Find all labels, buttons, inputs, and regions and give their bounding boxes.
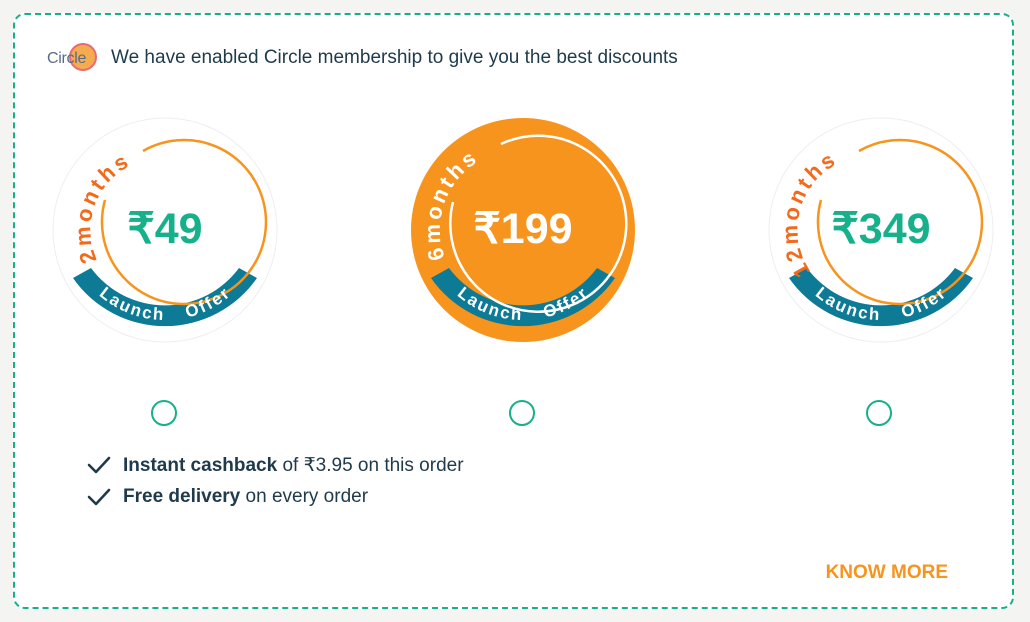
benefits-list: Instant cashback of ₹3.95 on this order … [87,449,464,513]
header-message: We have enabled Circle membership to giv… [111,47,678,68]
plan-2months[interactable]: 2months Launch Offer ₹49 [45,110,285,350]
header: Circle We have enabled Circle membership… [47,43,678,73]
know-more-link[interactable]: KNOW MORE [826,562,948,584]
circle-membership-card: Circle We have enabled Circle membership… [13,13,1014,609]
plan-price: ₹199 [473,205,573,253]
plan-12months-radio[interactable] [866,400,892,426]
plan-12months[interactable]: 12months Launch Offer ₹349 [761,110,1001,350]
benefit-item: Free delivery on every order [87,481,464,513]
circle-logo-text: Circle [47,50,87,67]
check-icon [87,488,111,506]
check-icon [87,456,111,474]
plan-2months-radio[interactable] [151,400,177,426]
plan-price: ₹349 [831,205,931,253]
benefit-detail: on every order [240,486,369,507]
benefit-title: Instant cashback [123,454,278,476]
plan-6months[interactable]: 6months Launch Offer ₹199 [403,110,643,350]
benefit-item: Instant cashback of ₹3.95 on this order [87,449,464,481]
benefit-title: Free delivery [123,486,241,507]
plan-price: ₹49 [127,205,203,253]
benefit-detail: of ₹3.95 on this order [277,454,464,476]
plan-6months-radio[interactable] [509,400,535,426]
circle-logo: Circle [47,43,101,73]
